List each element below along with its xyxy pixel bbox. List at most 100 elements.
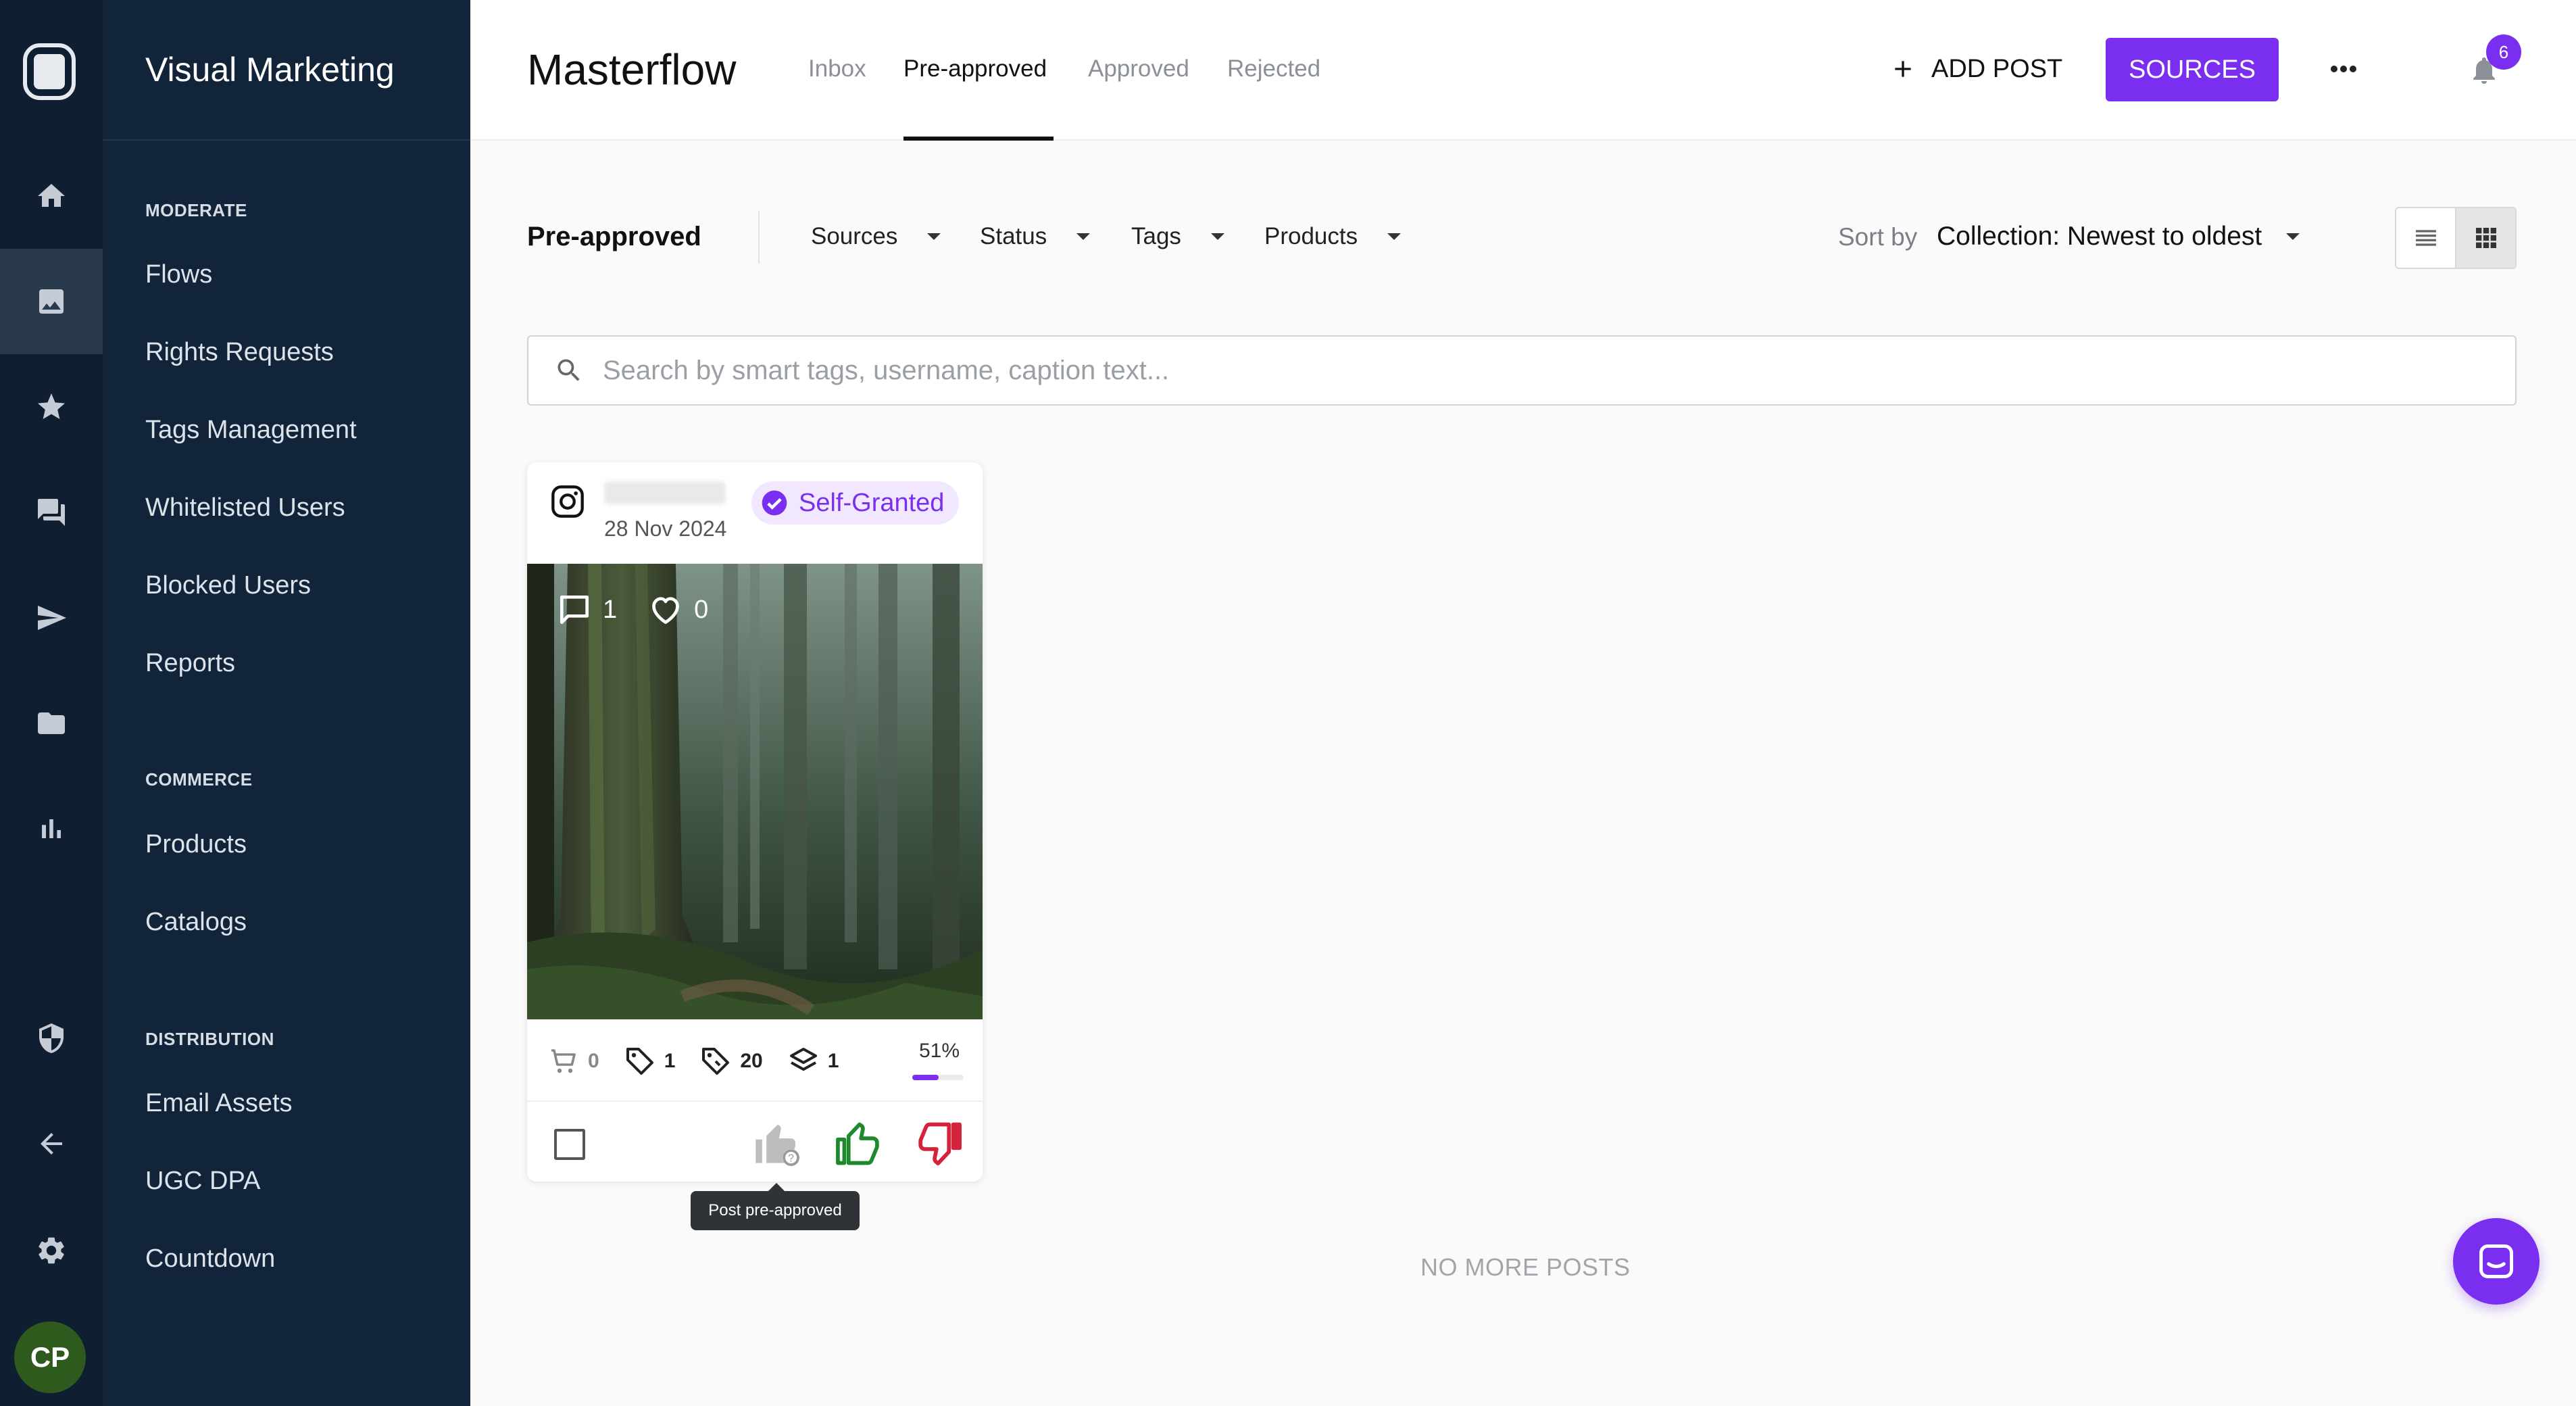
app-name: Visual Marketing — [145, 51, 395, 89]
thumbs-up-icon[interactable] — [833, 1118, 884, 1169]
cart-icon[interactable] — [547, 1045, 580, 1077]
products-filter-label: Products — [1264, 223, 1358, 249]
notification-badge: 6 — [2486, 34, 2521, 70]
sidebar-item-products[interactable]: Products — [145, 830, 247, 859]
top-bar: Masterflow Inbox Pre-approved Approved R… — [470, 0, 2576, 141]
rail-folders-button[interactable] — [0, 671, 103, 776]
rail-analytics-button[interactable] — [0, 776, 103, 881]
sidebar-item-reports[interactable]: Reports — [145, 649, 235, 678]
sort-label: Sort by — [1838, 223, 1918, 251]
sidebar-item-blocked-users[interactable]: Blocked Users — [145, 571, 311, 600]
thumbs-down-icon[interactable] — [914, 1118, 965, 1169]
post-card[interactable]: 28 Nov 2024 Self-Granted 1 0 0 1 20 1 51… — [527, 462, 983, 1182]
pre-approve-icon[interactable]: ? — [751, 1118, 803, 1169]
post-score-fill — [912, 1075, 939, 1080]
page-title: Masterflow — [527, 45, 737, 94]
sidebar-item-flows[interactable]: Flows — [145, 260, 212, 289]
layers-icon[interactable] — [787, 1045, 820, 1077]
rail-security-button[interactable] — [0, 986, 103, 1091]
list-view-button[interactable] — [2396, 208, 2455, 268]
post-username-blurred[interactable] — [604, 481, 726, 504]
rights-status-badge: Self-Granted — [751, 481, 960, 525]
main-content: Masterflow Inbox Pre-approved Approved R… — [470, 0, 2576, 1406]
user-avatar[interactable]: CP — [14, 1322, 86, 1393]
rail-media-button[interactable] — [0, 249, 103, 354]
current-view-label: Pre-approved — [527, 222, 701, 251]
comment-icon — [560, 596, 589, 624]
caret-down-icon — [1210, 233, 1224, 240]
rail-favorites-button[interactable] — [0, 354, 103, 460]
search-bar — [527, 335, 2517, 406]
like-count: 0 — [694, 595, 709, 624]
caret-down-icon — [1076, 233, 1091, 240]
grid-icon — [2475, 228, 2496, 248]
rail-messages-button[interactable] — [0, 460, 103, 565]
products-filter-dropdown[interactable]: Products — [1264, 223, 1402, 250]
sources-filter-dropdown[interactable]: Sources — [811, 223, 941, 250]
tags-filter-label: Tags — [1131, 223, 1181, 249]
support-chat-button[interactable] — [2453, 1218, 2540, 1305]
product-count: 0 — [588, 1050, 599, 1072]
forest-photo — [527, 564, 983, 1019]
tag-count: 1 — [664, 1050, 676, 1072]
sidebar-item-tags-management[interactable]: Tags Management — [145, 416, 357, 445]
sidebar-item-email-assets[interactable]: Email Assets — [145, 1089, 293, 1118]
sort-value: Collection: Newest to oldest — [1937, 222, 2262, 251]
caret-down-icon — [2286, 233, 2300, 240]
tab-inbox[interactable]: Inbox — [808, 55, 866, 82]
add-post-label: ADD POST — [1931, 54, 2063, 83]
send-icon — [38, 606, 66, 630]
post-image[interactable]: 1 0 — [527, 564, 983, 1019]
status-filter-label: Status — [980, 223, 1047, 249]
caret-down-icon — [927, 233, 941, 240]
plus-icon — [1895, 61, 1911, 77]
smart-tag-icon[interactable] — [699, 1045, 732, 1077]
search-input[interactable] — [603, 355, 2427, 386]
post-score-bar — [912, 1075, 964, 1080]
folder-icon — [38, 712, 65, 734]
sidebar-item-countdown[interactable]: Countdown — [145, 1244, 275, 1274]
tags-filter-dropdown[interactable]: Tags — [1131, 223, 1224, 250]
image-icon — [39, 289, 64, 314]
sort-dropdown[interactable]: Collection: Newest to oldest — [1937, 222, 2300, 251]
nav-section-commerce: COMMERCE — [145, 769, 253, 790]
add-post-button[interactable]: ADD POST — [1889, 47, 2062, 91]
layer-count: 1 — [827, 1050, 839, 1072]
rights-status-label: Self-Granted — [799, 488, 945, 517]
post-select-checkbox[interactable] — [554, 1129, 585, 1160]
caret-down-icon — [1387, 233, 1402, 240]
sidebar-item-ugc-dpa[interactable]: UGC DPA — [145, 1167, 260, 1196]
gear-icon — [39, 1237, 64, 1264]
star-icon — [38, 393, 65, 419]
nav-section-distribution: DISTRIBUTION — [145, 1029, 274, 1049]
more-options-button[interactable] — [2322, 47, 2365, 91]
sidebar-item-whitelisted-users[interactable]: Whitelisted Users — [145, 493, 345, 523]
nav-section-moderate: MODERATE — [145, 200, 247, 220]
rail-settings-button[interactable] — [0, 1198, 103, 1303]
view-toggle — [2395, 207, 2517, 269]
sources-button[interactable]: SOURCES — [2106, 38, 2279, 101]
comment-count: 1 — [603, 595, 618, 624]
more-horizontal-icon — [2331, 66, 2356, 72]
sidebar-item-rights-requests[interactable]: Rights Requests — [145, 338, 334, 367]
tag-icon[interactable] — [624, 1045, 656, 1077]
tab-pre-approved[interactable]: Pre-approved — [903, 55, 1047, 82]
home-icon — [38, 184, 65, 207]
tab-rejected[interactable]: Rejected — [1227, 55, 1320, 82]
smart-tag-count: 20 — [740, 1050, 763, 1072]
post-meta-row: 0 1 20 1 51% — [527, 1019, 983, 1102]
rail-collapse-button[interactable] — [0, 1091, 103, 1196]
status-filter-dropdown[interactable]: Status — [980, 223, 1091, 250]
app-logo-icon[interactable] — [23, 43, 76, 100]
rail-home-button[interactable] — [0, 143, 103, 249]
tab-approved[interactable]: Approved — [1088, 55, 1189, 82]
instagram-icon — [551, 485, 584, 518]
bar-chart-icon — [42, 819, 61, 838]
post-actions: ? — [527, 1102, 983, 1182]
filter-divider — [758, 211, 760, 264]
list-icon — [2415, 230, 2436, 246]
sidebar-item-catalogs[interactable]: Catalogs — [145, 908, 247, 937]
grid-view-button[interactable] — [2455, 208, 2515, 268]
rail-distribute-button[interactable] — [0, 565, 103, 671]
no-more-posts-label: NO MORE POSTS — [1420, 1253, 1631, 1281]
